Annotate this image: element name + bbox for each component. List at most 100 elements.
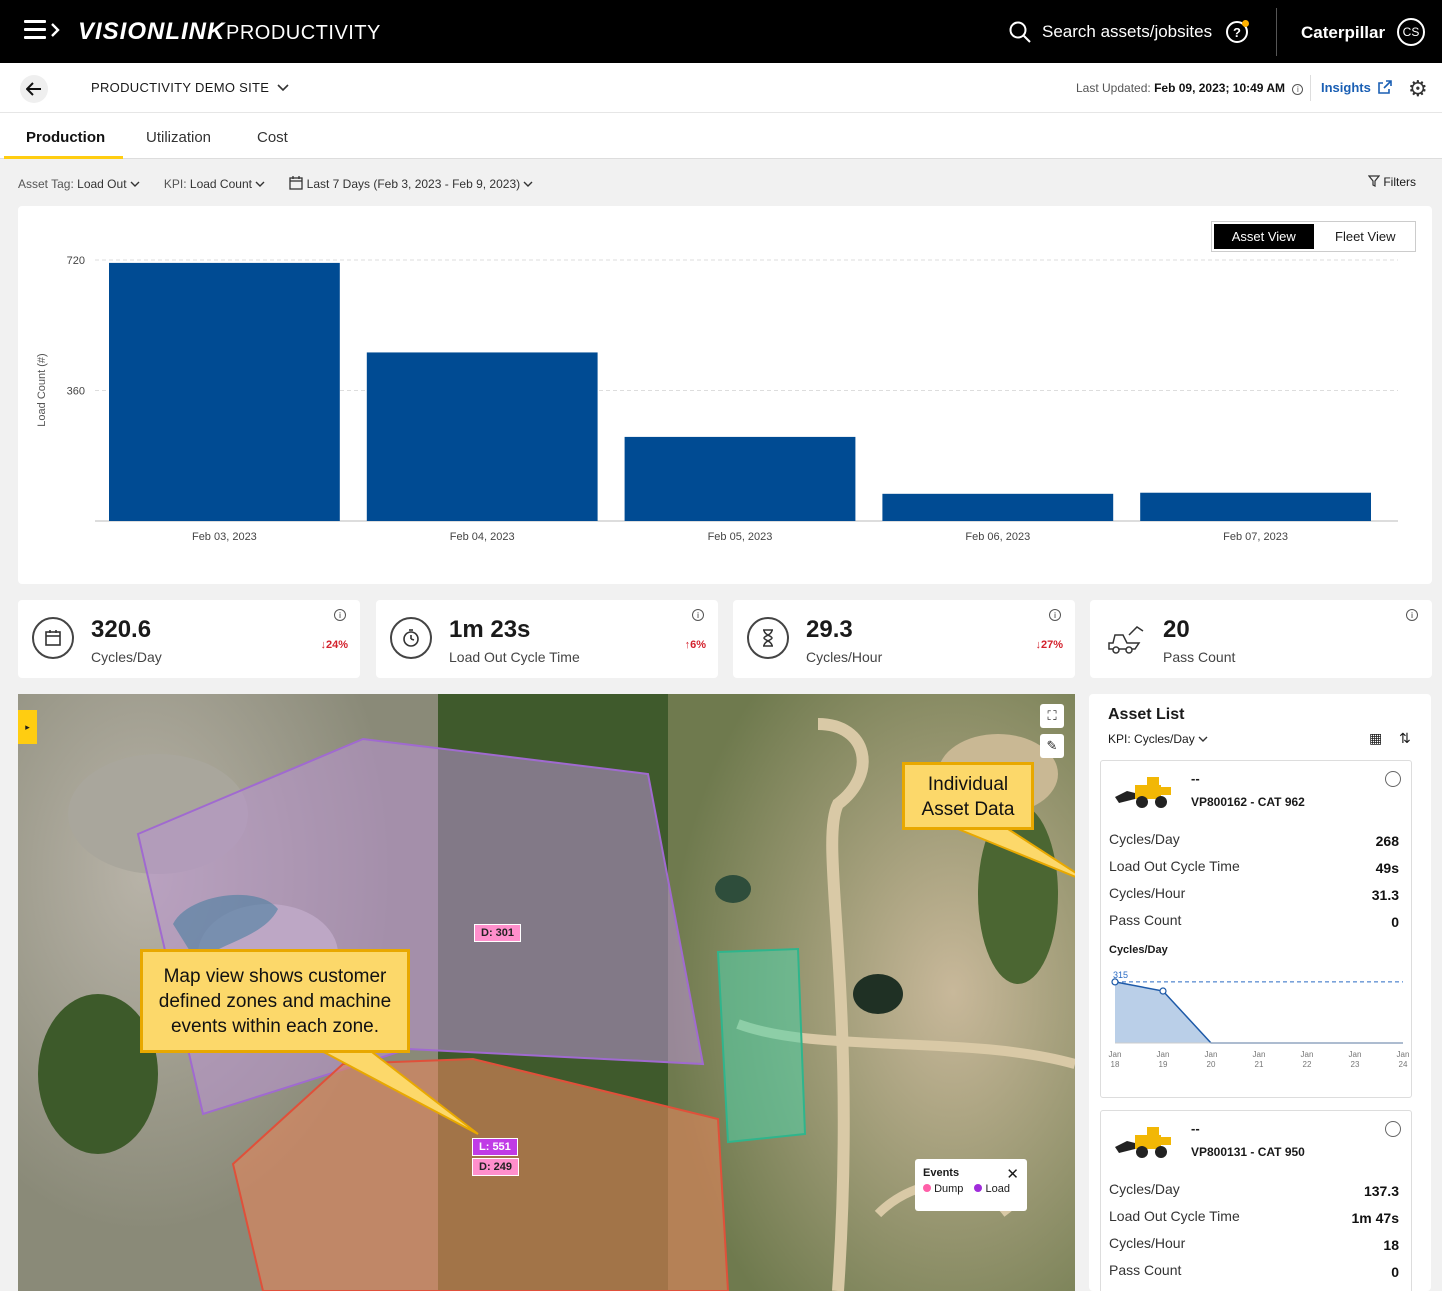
tab-utilization[interactable]: Utilization <box>146 129 211 146</box>
info-icon[interactable]: i <box>1406 609 1418 621</box>
external-link-icon <box>1378 80 1393 94</box>
bar-chart: Load Count (#) 360 720 Feb 03, 2023 Feb 04,… <box>36 255 1398 543</box>
asset-list-kpi-dropdown[interactable]: KPI: Cycles/Day <box>1108 732 1208 746</box>
search-box[interactable]: Search assets/jobsites <box>1008 18 1212 46</box>
menu-icon[interactable] <box>24 20 62 44</box>
chevron-down-icon <box>277 84 289 92</box>
x-tick-label: Feb 05, 2023 <box>708 531 773 543</box>
org-name[interactable]: Caterpillar <box>1301 23 1385 43</box>
brand-logo: VISIONLINK <box>78 18 226 45</box>
site-map[interactable]: ▸ ⛶ ✎ D: 301 L: 551 D: 249 Events ✕ Dump… <box>18 694 1075 1291</box>
kpi-label: Cycles/Day <box>91 649 162 665</box>
asset-card[interactable]: -- VP800162 - CAT 962 Cycles/Day 268 Loa… <box>1100 760 1412 1098</box>
x-tick-label: Feb 03, 2023 <box>192 531 257 543</box>
chevron-down-icon <box>1198 736 1208 742</box>
kpi-value: 1m 23s <box>449 616 531 643</box>
top-bar: VISIONLINK PRODUCTIVITY Search assets/jo… <box>0 0 1442 63</box>
kpi-change: ↑6% <box>684 639 706 651</box>
sparkline-point <box>1111 978 1119 986</box>
site-name: PRODUCTIVITY DEMO SITE <box>91 80 270 95</box>
sparkline-x-label: Jan 23 <box>1349 1050 1362 1069</box>
asset-list-title: Asset List <box>1108 706 1185 723</box>
sparkline-area <box>1115 981 1403 1043</box>
tab-production[interactable]: Production <box>26 129 105 146</box>
kpi-card-cycle-time[interactable]: 1m 23s Load Out Cycle Time ↑6% i <box>376 600 718 678</box>
kpi-card-cycles-day[interactable]: 320.6 Cycles/Day ↓24% i <box>18 600 360 678</box>
kpi-value: 20 <box>1163 616 1190 643</box>
sparkline-chart: 315Jan 18Jan 19Jan 20Jan 21Jan 22Jan 23Jan 24 <box>1109 970 1410 1069</box>
callout-zones: Map view shows customer defined zones an… <box>140 949 410 1053</box>
callout-asset-data: Individual Asset Data <box>902 762 1034 830</box>
kpi-card-cycles-hour[interactable]: 29.3 Cycles/Hour ↓27% i <box>733 600 1075 678</box>
info-icon[interactable]: i <box>1292 84 1304 95</box>
sparkline-title: Cycles/Day <box>1109 944 1168 956</box>
export-icon[interactable]: ▦ <box>1369 730 1382 747</box>
gear-icon[interactable]: ⚙ <box>1408 76 1428 102</box>
kpi-label: Pass Count <box>1163 649 1236 665</box>
y-tick-label: 360 <box>67 386 85 398</box>
back-arrow-icon[interactable] <box>20 75 48 103</box>
asset-select-radio[interactable] <box>1385 1121 1401 1137</box>
date-range-dropdown[interactable]: Last 7 Days (Feb 3, 2023 - Feb 9, 2023) <box>289 176 533 191</box>
last-updated: Last Updated: Feb 09, 2023; 10:49 AM i <box>1076 81 1304 95</box>
insights-link[interactable]: Insights <box>1321 80 1393 95</box>
calendar-cycle-icon <box>32 617 74 659</box>
wheel-loader-icon <box>1115 1127 1171 1158</box>
info-icon[interactable]: i <box>334 609 346 621</box>
divider <box>1276 8 1277 56</box>
asset-name: VP800131 - CAT 950 <box>1191 1145 1305 1159</box>
kpi-change: ↓24% <box>320 639 348 651</box>
asset-tag-dropdown[interactable]: Asset Tag: Load Out <box>18 177 140 191</box>
bar-2 <box>366 352 598 521</box>
kpi-dropdown[interactable]: KPI: Load Count <box>164 177 265 191</box>
search-placeholder: Search assets/jobsites <box>1042 22 1213 41</box>
asset-name: VP800162 - CAT 962 <box>1191 795 1305 809</box>
last-updated-value: Feb 09, 2023; 10:49 AM <box>1154 81 1286 95</box>
tab-bar: Production Utilization Cost <box>0 113 1442 159</box>
main-content: Asset Tag: Load Out KPI: Load Count Last… <box>0 159 1442 1291</box>
kpi-change: ↓27% <box>1035 639 1063 651</box>
info-icon[interactable]: i <box>692 609 704 621</box>
stopwatch-icon <box>390 617 432 659</box>
x-tick-label: Feb 06, 2023 <box>965 531 1030 543</box>
bar-5 <box>1140 492 1371 521</box>
filter-icon <box>1367 175 1381 187</box>
asset-select-radio[interactable] <box>1385 771 1401 787</box>
kpi-value: 320.6 <box>91 616 152 643</box>
sparkline-x-label: Jan 20 <box>1205 1050 1218 1069</box>
product-name: PRODUCTIVITY <box>226 22 381 44</box>
hourglass-icon <box>747 617 789 659</box>
calendar-icon <box>289 176 303 190</box>
site-selector[interactable]: PRODUCTIVITY DEMO SITE <box>91 80 289 95</box>
asset-list-panel: Asset List KPI: Cycles/Day ▦ ⇅ -- VP8001… <box>1089 694 1431 1291</box>
sparkline-x-label: Jan 21 <box>1253 1050 1266 1069</box>
y-tick-label: 720 <box>67 255 85 267</box>
chevron-down-icon <box>130 181 140 187</box>
tab-cost[interactable]: Cost <box>257 129 288 146</box>
sparkline-x-label: Jan 19 <box>1157 1050 1170 1069</box>
sparkline-x-label: Jan 22 <box>1301 1050 1314 1069</box>
wheel-loader-icon <box>1115 777 1171 808</box>
info-icon[interactable]: i <box>1049 609 1061 621</box>
kpi-label: Cycles/Hour <box>806 649 883 665</box>
avatar[interactable]: CS <box>1397 18 1425 46</box>
y-axis-label: Load Count (#) <box>36 353 48 426</box>
kpi-label: Load Out Cycle Time <box>449 649 580 665</box>
x-tick-label: Feb 07, 2023 <box>1223 531 1288 543</box>
divider <box>1310 75 1311 101</box>
sparkline-x-label: Jan 18 <box>1109 1050 1122 1069</box>
x-tick-label: Feb 04, 2023 <box>450 531 515 543</box>
production-chart-card: Asset View Fleet View Load Count (#) 360… <box>18 206 1432 584</box>
sort-icon[interactable]: ⇅ <box>1399 730 1411 747</box>
bar-4 <box>882 493 1114 521</box>
search-icon <box>1009 21 1031 43</box>
loader-bucket-icon <box>1104 617 1146 659</box>
chevron-down-icon <box>523 181 533 187</box>
kpi-card-pass-count[interactable]: 20 Pass Count i <box>1090 600 1432 678</box>
asset-card[interactable]: -- VP800131 - CAT 950 Cycles/Day 137.3 L… <box>1100 1110 1412 1291</box>
sparkline-point <box>1159 987 1167 995</box>
filter-bar: Asset Tag: Load Out KPI: Load Count Last… <box>18 176 533 191</box>
bar-3 <box>624 436 856 521</box>
filters-button[interactable]: Filters <box>1367 175 1416 189</box>
kpi-value: 29.3 <box>806 616 853 643</box>
